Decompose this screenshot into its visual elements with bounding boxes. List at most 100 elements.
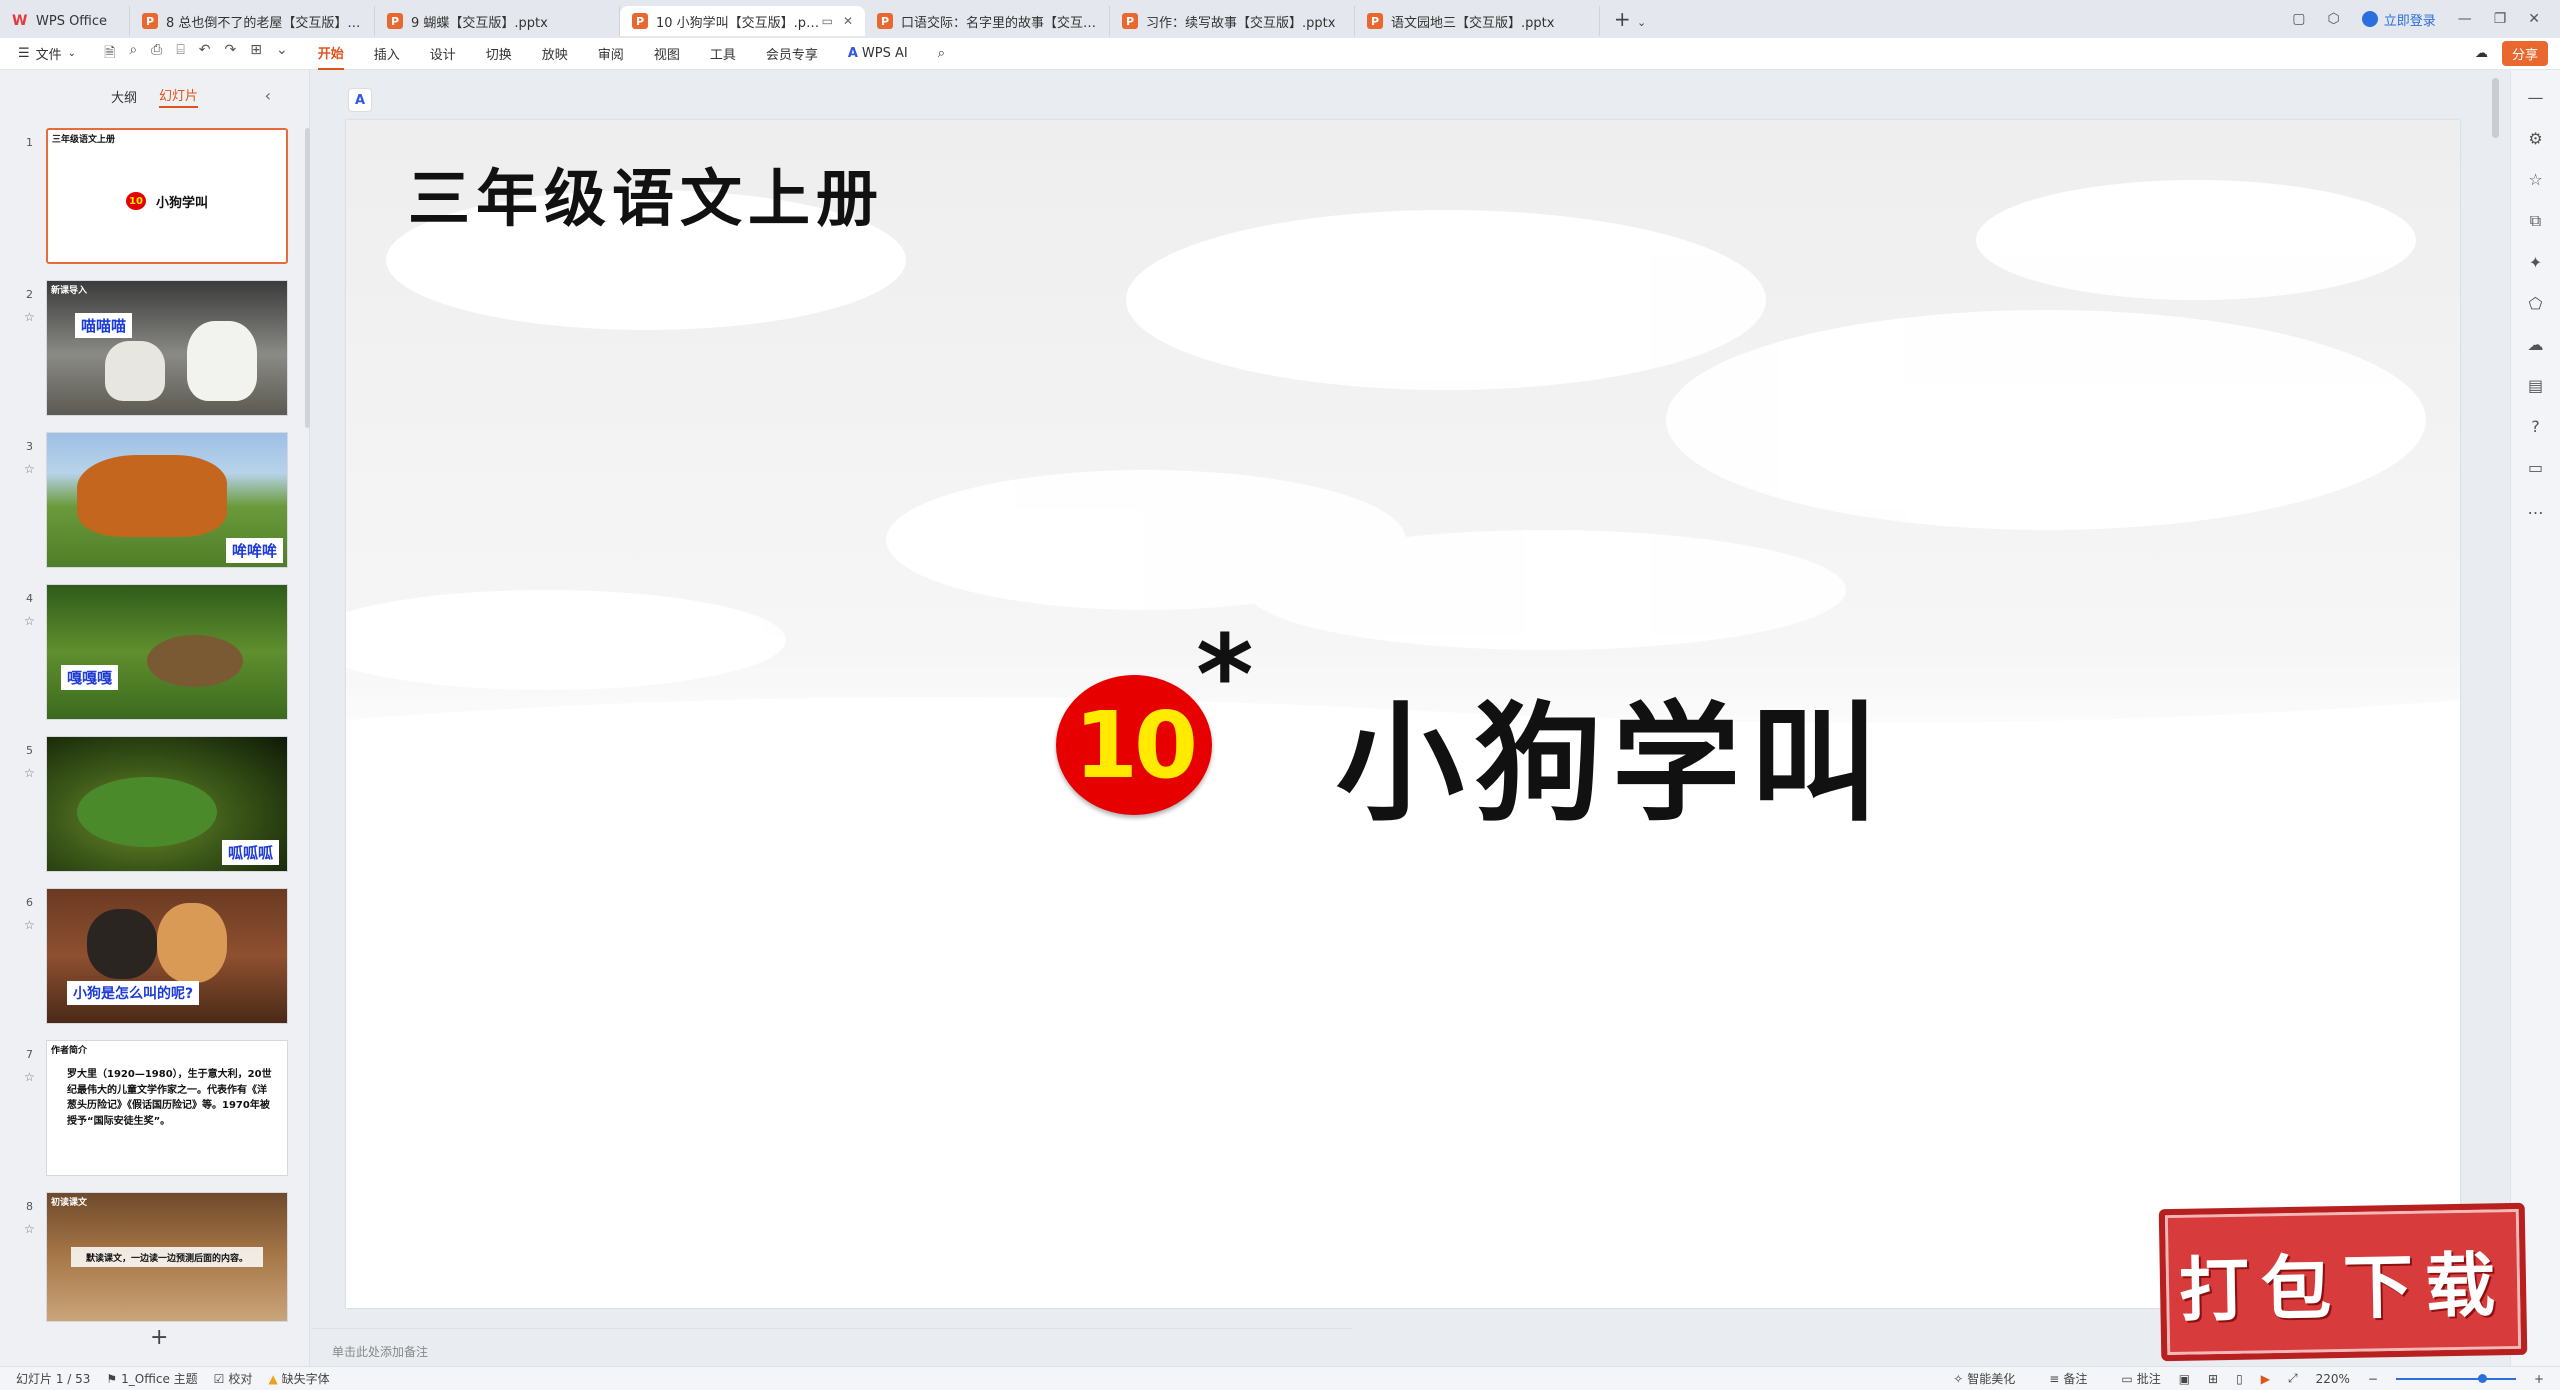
new-tab-plus-icon[interactable]: + ⌄	[1610, 7, 1650, 31]
theme-indicator[interactable]: ⚑ 1_Office 主题	[106, 1370, 197, 1387]
collapse-panel-icon[interactable]: ‹	[265, 86, 271, 105]
canvas-scrollbar[interactable]	[2492, 78, 2499, 138]
star-icon[interactable]: ☆	[24, 766, 35, 780]
tab-doc-speaking[interactable]: P 口语交际：名字里的故事【交互版】.p	[865, 6, 1110, 36]
zoom-out-icon[interactable]: −	[2368, 1372, 2378, 1386]
book-icon[interactable]: ▤	[2528, 376, 2543, 395]
slide-thumbnail-4[interactable]: 4 ☆ 嘎嘎嘎	[0, 584, 300, 724]
lesson-star-mark[interactable]: *	[1196, 620, 1254, 730]
login-button[interactable]: 立即登录	[2361, 10, 2436, 29]
menu-view[interactable]: 视图	[654, 38, 680, 70]
menu-transition[interactable]: 切换	[486, 38, 512, 70]
menu-home[interactable]: 开始	[317, 38, 344, 70]
star-icon[interactable]: ☆	[24, 918, 35, 932]
lesson-number-badge[interactable]: 10	[1056, 675, 1212, 815]
slide-thumbnail-1[interactable]: 1 三年级语文上册 10 小狗学叫	[0, 128, 300, 268]
menu-slideshow[interactable]: 放映	[542, 38, 568, 70]
fit-window-icon[interactable]: ⤢	[2288, 1371, 2298, 1386]
download-stamp[interactable]: 打包下载	[2158, 1202, 2528, 1362]
menu-design[interactable]: 设计	[430, 38, 456, 70]
slide-thumbnail-6[interactable]: 6 ☆ 小狗是怎么叫的呢?	[0, 888, 300, 1028]
star-icon[interactable]: ☆	[24, 462, 35, 476]
share-button[interactable]: 分享	[2501, 41, 2548, 66]
tab-doc-10-active[interactable]: P 10 小狗学叫【交互版】.pptx ▭ ✕	[620, 6, 865, 36]
minimize-icon[interactable]: —	[2458, 11, 2472, 27]
tab-doc-9[interactable]: P 9 蝴蝶【交互版】.pptx	[375, 6, 620, 36]
tab-wps-home[interactable]: W WPS Office	[0, 6, 130, 36]
comments-toggle-button[interactable]: ▭ 批注	[2121, 1370, 2160, 1387]
right-tool-rail: — ⚙ ☆ ⧉ ✦ ⬠ ☁ ▤ ? ▭ …	[2510, 70, 2560, 1366]
add-slide-icon[interactable]: +	[150, 1325, 168, 1350]
lesson-title[interactable]: 小狗学叫	[1336, 660, 1888, 845]
more-chevron-icon[interactable]: ⌄	[276, 42, 288, 66]
star-icon[interactable]: ☆	[24, 310, 35, 324]
comment-icon[interactable]: ▭	[2528, 458, 2543, 477]
find-icon[interactable]: ⌕	[129, 42, 137, 66]
zoom-in-icon[interactable]: +	[2534, 1372, 2544, 1386]
zoom-slider[interactable]	[2395, 1373, 2516, 1383]
close-window-icon[interactable]: ✕	[2528, 11, 2540, 27]
minus-icon[interactable]: —	[2528, 88, 2544, 107]
format-painter-icon[interactable]: ⊞	[250, 42, 262, 66]
menu-member[interactable]: 会员专享	[766, 38, 818, 70]
tab-doc-garden[interactable]: P 语文园地三【交互版】.pptx	[1355, 6, 1600, 36]
save-icon[interactable]: 🗎	[104, 42, 115, 66]
beautify-button[interactable]: ✧ 智能美化	[1953, 1370, 2015, 1387]
adjust-icon[interactable]: ⚙	[2528, 129, 2542, 148]
cloud-sync-icon[interactable]: ☁	[2475, 46, 2488, 61]
lesson-number: 10	[1073, 691, 1198, 799]
shape-icon[interactable]: ⬠	[2529, 294, 2543, 313]
missing-font-label: 缺失字体	[281, 1372, 330, 1386]
slide-thumbnail-8[interactable]: 8 ☆ 初读课文 默读课文，一边读一边预测后面的内容。	[0, 1192, 300, 1332]
proofread-button[interactable]: ☑ 校对	[214, 1370, 253, 1387]
tab-doc-8[interactable]: P 8 总也倒不了的老屋【交互版】.pptx	[130, 6, 375, 36]
print-preview-icon[interactable]: ⌸	[176, 42, 184, 66]
close-tab-icon[interactable]: ✕	[843, 14, 853, 28]
menu-tools[interactable]: 工具	[710, 38, 736, 70]
animation-icon[interactable]: ✦	[2529, 253, 2542, 272]
kitten-shape	[105, 341, 165, 401]
menu-wps-ai[interactable]: A WPS AI	[848, 38, 908, 70]
file-menu[interactable]: ☰ 文件 ⌄	[18, 44, 76, 63]
missing-font-button[interactable]: ▲ 缺失字体	[268, 1370, 329, 1387]
cube-icon[interactable]: ⬡	[2327, 11, 2339, 27]
window-layout-icon[interactable]: ▢	[2292, 11, 2305, 27]
star-icon[interactable]: ☆	[24, 614, 35, 628]
slide-thumbnail-2[interactable]: 2 ☆ 新课导入 喵喵喵	[0, 280, 300, 420]
menu-insert[interactable]: 插入	[374, 38, 400, 70]
slide-thumbnail-7[interactable]: 7 ☆ 作者简介 罗大里（1920—1980），生于意大利，20世纪最伟大的儿童…	[0, 1040, 300, 1180]
undo-icon[interactable]: ↶	[199, 42, 211, 66]
monitor-icon[interactable]: ▭	[822, 14, 833, 28]
zoom-level[interactable]: 220%	[2316, 1372, 2350, 1386]
thumb-badge: 10	[126, 192, 146, 210]
panel-scrollbar[interactable]	[305, 128, 310, 428]
pptx-file-icon: P	[1122, 13, 1138, 29]
play-slideshow-icon[interactable]: ▶	[2261, 1372, 2270, 1386]
wps-ai-float-icon[interactable]: A	[348, 88, 372, 112]
redo-icon[interactable]: ↷	[225, 42, 237, 66]
tab-doc-writing[interactable]: P 习作：续写故事【交互版】.pptx	[1110, 6, 1355, 36]
zoom-slider-thumb[interactable]	[2477, 1373, 2487, 1383]
notes-toggle-button[interactable]: ≡ 备注	[2049, 1370, 2087, 1387]
slide-header-title[interactable]: 三年级语文上册	[408, 148, 884, 238]
cloud-icon[interactable]: ☁	[2528, 335, 2544, 354]
tab-outline[interactable]: 大纲	[111, 87, 137, 106]
grid-view-icon[interactable]: ⊞	[2208, 1372, 2218, 1386]
slide-thumbnail-3[interactable]: 3 ☆ 哞哞哞	[0, 432, 300, 572]
star-icon[interactable]: ☆	[24, 1070, 35, 1084]
notes-area[interactable]: 单击此处添加备注	[312, 1328, 1352, 1366]
normal-view-icon[interactable]: ▣	[2179, 1372, 2190, 1386]
copy-icon[interactable]: ⧉	[2530, 211, 2541, 231]
menu-review[interactable]: 审阅	[598, 38, 624, 70]
restore-icon[interactable]: ❐	[2494, 11, 2507, 27]
star-icon[interactable]: ☆	[24, 1222, 35, 1236]
more-icon[interactable]: …	[2528, 499, 2544, 518]
search-icon[interactable]: ⌕	[938, 38, 945, 70]
reading-view-icon[interactable]: ▯	[2236, 1372, 2243, 1386]
slide-canvas[interactable]: 三年级语文上册 10 * 小狗学叫	[346, 120, 2460, 1308]
tab-slides[interactable]: 幻灯片	[159, 85, 199, 108]
print-icon[interactable]: ⎙	[151, 42, 162, 66]
favorite-icon[interactable]: ☆	[2528, 170, 2542, 189]
slide-thumbnail-5[interactable]: 5 ☆ 呱呱呱	[0, 736, 300, 876]
help-icon[interactable]: ?	[2531, 417, 2540, 436]
